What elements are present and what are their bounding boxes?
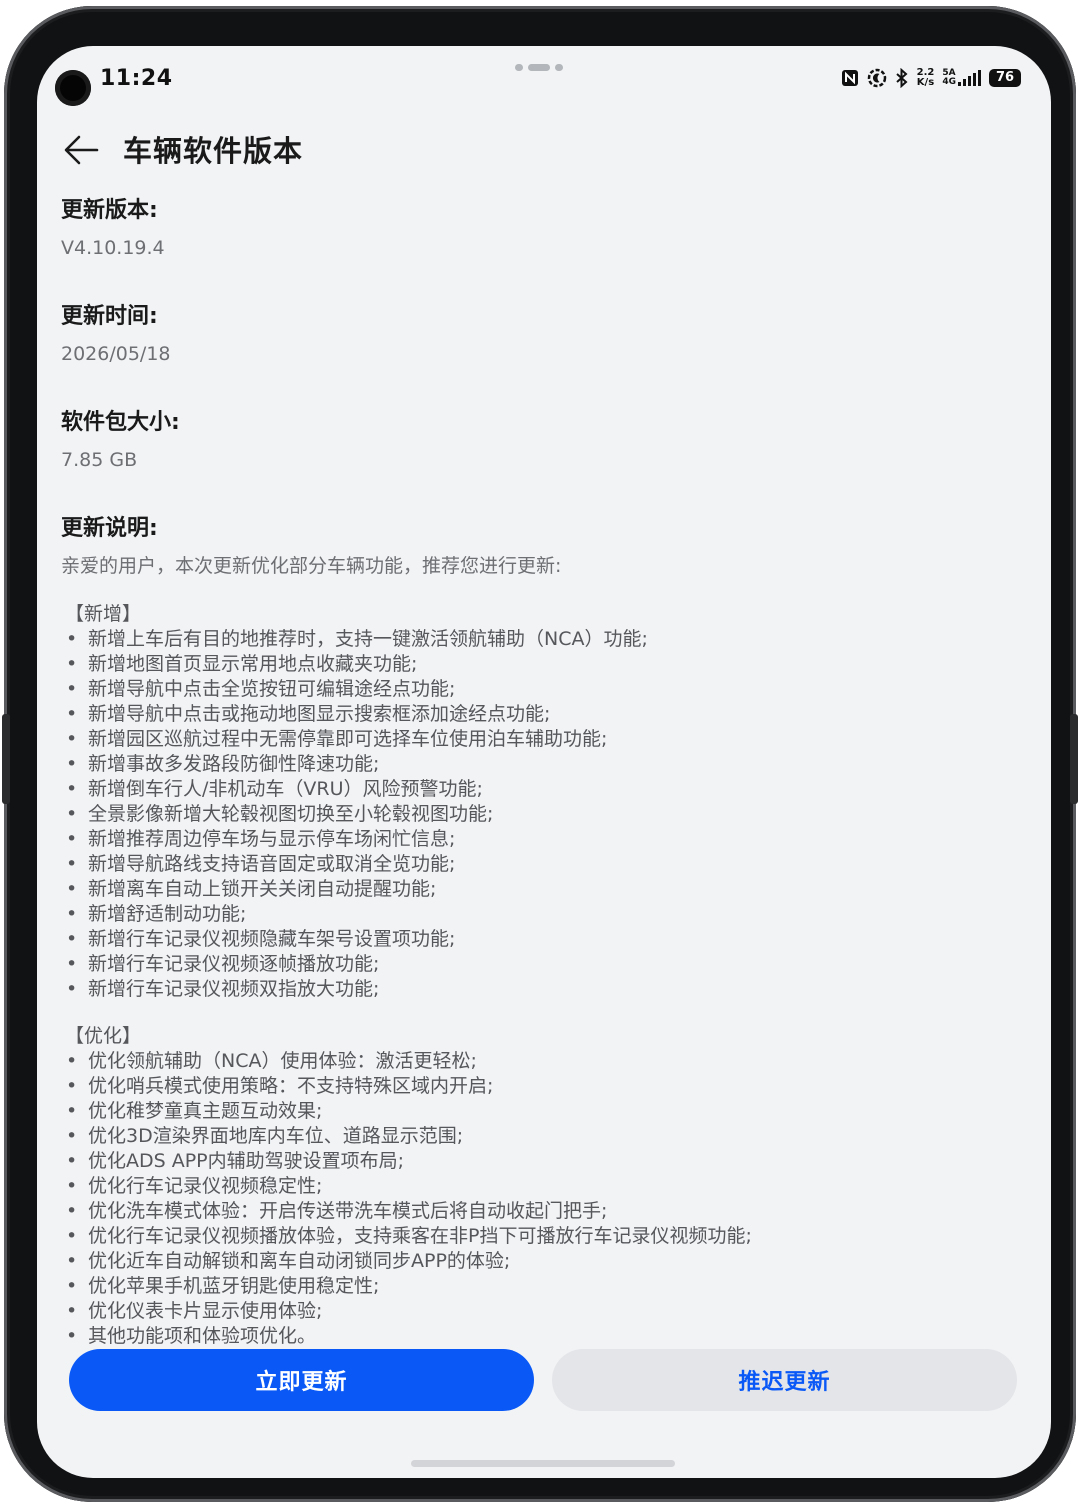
battery-icon: 76: [989, 69, 1021, 87]
time-block: 更新时间: 2026/05/18: [61, 302, 1021, 368]
list-item: 新增上车后有目的地推荐时，支持一键激活领航辅助（NCA）功能;: [61, 627, 1021, 652]
nfc-icon: [841, 70, 858, 86]
version-value: V4.10.19.4: [61, 237, 165, 259]
list-item: 优化领航辅助（NCA）使用体验：激活更轻松;: [61, 1049, 1021, 1074]
list-item: 优化ADS APP内辅助驾驶设置项布局;: [61, 1149, 1021, 1174]
focus-mode-icon: [867, 68, 886, 88]
list-item: 新增离车自动上锁开关关闭自动提醒功能;: [61, 877, 1021, 902]
size-label: 软件包大小:: [61, 410, 180, 435]
home-indicator[interactable]: [411, 1460, 675, 1467]
list-item: 新增行车记录仪视频双指放大功能;: [61, 977, 1021, 1002]
status-bar: 11:24 2.2 K/s 5A 4G 76: [37, 46, 1051, 118]
notes-block: 更新说明: 亲爱的用户，本次更新优化部分车辆功能，推荐您进行更新: 【新增】 新…: [61, 514, 1021, 1349]
new-section-title: 【新增】: [65, 603, 142, 625]
postpone-update-button[interactable]: 推迟更新: [552, 1349, 1017, 1411]
list-item: 新增导航路线支持语音固定或取消全览功能;: [61, 852, 1021, 877]
new-features-list: 新增上车后有目的地推荐时，支持一键激活领航辅助（NCA）功能;新增地图首页显示常…: [61, 627, 1021, 1002]
notes-intro: 亲爱的用户，本次更新优化部分车辆功能，推荐您进行更新:: [61, 555, 562, 577]
opt-section-title: 【优化】: [65, 1025, 142, 1047]
arrow-left-icon: [64, 135, 99, 165]
content-area: 更新版本: V4.10.19.4 更新时间: 2026/05/18 软件包大小:…: [61, 196, 1021, 1349]
list-item: 优化苹果手机蓝牙钥匙使用稳定性;: [61, 1274, 1021, 1299]
version-block: 更新版本: V4.10.19.4: [61, 196, 1021, 262]
status-time: 11:24: [100, 66, 173, 91]
list-item: 新增舒适制动功能;: [61, 902, 1021, 927]
list-item: 优化行车记录仪视频播放体验，支持乘客在非P挡下可播放行车记录仪视频功能;: [61, 1224, 1021, 1249]
list-item: 新增园区巡航过程中无需停靠即可选择车位使用泊车辅助功能;: [61, 727, 1021, 752]
list-item: 优化哨兵模式使用策略：不支持特殊区域内开启;: [61, 1074, 1021, 1099]
list-item: 优化洗车模式体验：开启传送带洗车模式后将自动收起门把手;: [61, 1199, 1021, 1224]
list-item: 全景影像新增大轮毂视图切换至小轮毂视图功能;: [61, 802, 1021, 827]
list-item: 新增行车记录仪视频隐藏车架号设置项功能;: [61, 927, 1021, 952]
list-item: 新增导航中点击或拖动地图显示搜索框添加途经点功能;: [61, 702, 1021, 727]
list-item: 新增推荐周边停车场与显示停车场闲忙信息;: [61, 827, 1021, 852]
list-item: 优化行车记录仪视频稳定性;: [61, 1174, 1021, 1199]
page-title: 车辆软件版本: [123, 134, 304, 168]
list-item: 优化仪表卡片显示使用体验;: [61, 1299, 1021, 1324]
right-side-button: [1070, 714, 1078, 804]
list-item: 优化稚梦童真主题互动效果;: [61, 1099, 1021, 1124]
time-value: 2026/05/18: [61, 343, 171, 365]
list-item: 新增倒车行人/非机动车（VRU）风险预警功能;: [61, 777, 1021, 802]
version-label: 更新版本:: [61, 198, 158, 223]
time-label: 更新时间:: [61, 304, 158, 329]
list-item: 新增行车记录仪视频逐帧播放功能;: [61, 952, 1021, 977]
back-button[interactable]: [57, 124, 109, 176]
notes-label: 更新说明:: [61, 516, 158, 541]
network-speed: 2.2 K/s: [916, 67, 935, 88]
action-bar: 立即更新 推迟更新: [69, 1349, 1017, 1411]
left-side-button: [2, 714, 10, 804]
list-item: 优化3D渲染界面地库内车位、道路显示范围;: [61, 1124, 1021, 1149]
list-item: 其他功能项和体验项优化。: [61, 1324, 1021, 1349]
size-value: 7.85 GB: [61, 449, 138, 471]
screen: 11:24 2.2 K/s 5A 4G 76 车辆软件版本 更新版本: V4.1…: [37, 46, 1051, 1478]
signal-icon: 5A 4G: [942, 69, 981, 87]
status-icons: 2.2 K/s 5A 4G 76: [841, 68, 1021, 88]
optimizations-list: 优化领航辅助（NCA）使用体验：激活更轻松;优化哨兵模式使用策略：不支持特殊区域…: [61, 1049, 1021, 1349]
device-frame: 11:24 2.2 K/s 5A 4G 76 车辆软件版本 更新版本: V4.1…: [2, 6, 1078, 1502]
size-block: 软件包大小: 7.85 GB: [61, 408, 1021, 474]
list-item: 新增事故多发路段防御性降速功能;: [61, 752, 1021, 777]
list-item: 新增导航中点击全览按钮可编辑途经点功能;: [61, 677, 1021, 702]
bluetooth-icon: [895, 68, 908, 88]
update-now-button[interactable]: 立即更新: [69, 1349, 534, 1411]
list-item: 优化近车自动解锁和离车自动闭锁同步APP的体验;: [61, 1249, 1021, 1274]
title-bar: 车辆软件版本: [37, 118, 1051, 182]
list-item: 新增地图首页显示常用地点收藏夹功能;: [61, 652, 1021, 677]
